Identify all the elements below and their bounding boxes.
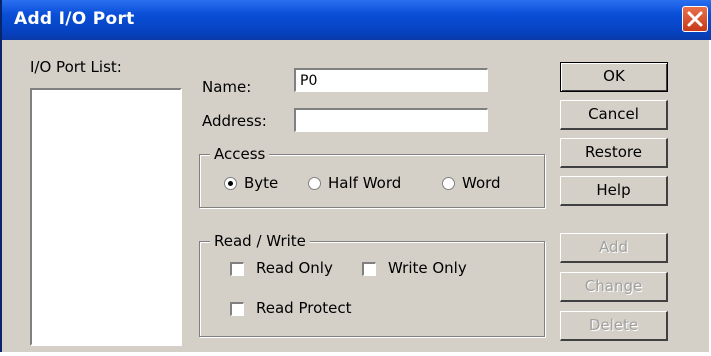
access-byte-label: Byte bbox=[244, 174, 279, 192]
change-button[interactable]: Change bbox=[560, 272, 668, 302]
access-word-radio[interactable] bbox=[442, 177, 455, 190]
read-only-label: Read Only bbox=[256, 259, 333, 277]
io-port-list[interactable] bbox=[30, 88, 182, 346]
window-title: Add I/O Port bbox=[14, 9, 135, 29]
address-label: Address: bbox=[202, 112, 267, 130]
help-button[interactable]: Help bbox=[560, 176, 668, 206]
name-label: Name: bbox=[202, 78, 251, 96]
add-button[interactable]: Add bbox=[560, 233, 668, 263]
access-group: Access Byte Half Word Word bbox=[199, 145, 545, 208]
dialog-body: I/O Port List: Name: Address: Access Byt… bbox=[2, 40, 709, 352]
access-halfword-label: Half Word bbox=[328, 174, 402, 192]
read-write-group-title: Read / Write bbox=[210, 232, 310, 250]
address-label-text: Address: bbox=[202, 112, 267, 130]
port-list-label-text: I/O Port List: bbox=[30, 58, 122, 76]
close-icon bbox=[687, 11, 703, 27]
read-protect-label: Read Protect bbox=[256, 299, 352, 317]
write-only-label: Write Only bbox=[388, 259, 467, 277]
close-button[interactable] bbox=[682, 6, 708, 32]
address-input[interactable] bbox=[294, 108, 488, 132]
title-bar[interactable]: Add I/O Port bbox=[2, 0, 711, 40]
write-only-checkbox[interactable] bbox=[362, 262, 376, 276]
read-write-group: Read / Write Read Only Write Only Read P… bbox=[199, 232, 545, 337]
read-only-checkbox[interactable] bbox=[230, 262, 244, 276]
add-io-port-dialog: Add I/O Port I/O Port List: Name: Addres… bbox=[0, 0, 711, 352]
read-protect-checkbox[interactable] bbox=[230, 302, 244, 316]
name-label-text: Name: bbox=[202, 78, 252, 96]
access-group-title: Access bbox=[210, 145, 270, 163]
delete-button[interactable]: Delete bbox=[560, 311, 668, 341]
access-halfword-radio[interactable] bbox=[308, 177, 321, 190]
access-word-label: Word bbox=[462, 174, 501, 192]
port-list-label: I/O Port List: bbox=[30, 58, 122, 76]
name-input[interactable] bbox=[294, 68, 488, 92]
ok-button[interactable]: OK bbox=[560, 62, 668, 92]
access-byte-radio[interactable] bbox=[224, 177, 237, 190]
cancel-button[interactable]: Cancel bbox=[560, 100, 668, 130]
restore-button[interactable]: Restore bbox=[560, 138, 668, 168]
